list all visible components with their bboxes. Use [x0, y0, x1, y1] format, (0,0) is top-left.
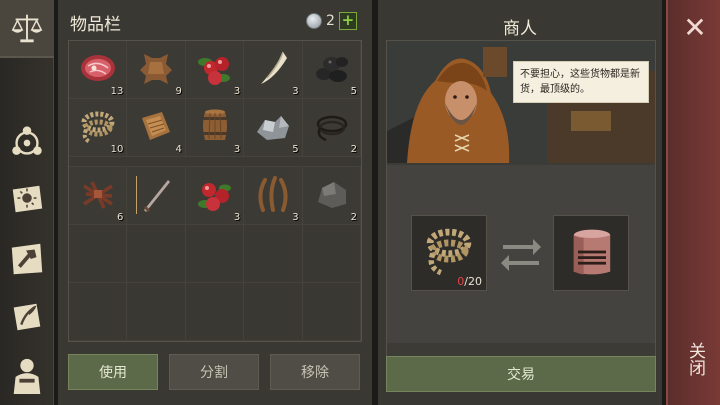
item-quantity: 3 [233, 144, 241, 155]
coin-icon [306, 13, 322, 29]
inventory-slot-empty[interactable] [69, 225, 128, 283]
item-quantity: 10 [110, 144, 124, 155]
inventory-grid: 13 9 3 3 5 10 4 3 5 2 6 3 3 2 [68, 40, 362, 342]
item-quantity: 9 [175, 86, 182, 97]
fang-icon [261, 51, 288, 84]
rope-icon [81, 111, 115, 144]
inventory-slot[interactable]: 3 [244, 167, 303, 225]
inventory-slot[interactable]: 9 [127, 41, 186, 99]
inventory-slot[interactable]: 3 [244, 41, 303, 99]
split-button[interactable]: 分割 [169, 354, 259, 390]
item-quantity: 3 [292, 86, 299, 97]
coin-count: 2 [326, 13, 335, 29]
inventory-slot[interactable]: 3 [185, 99, 245, 157]
inventory-slot-empty[interactable] [185, 283, 245, 341]
bundle-sticks-icon [83, 181, 113, 209]
tab-journal[interactable] [4, 176, 50, 222]
close-icon[interactable]: ✕ [680, 11, 710, 44]
item-quantity: 3 [233, 212, 241, 223]
berries-red-icon [197, 183, 231, 211]
animal-hide-icon [140, 54, 173, 84]
item-quantity: 3 [292, 212, 299, 223]
merchant-panel: 商人 不要担心，这些货物都是新货，最顶级的。 0/20 交易 [378, 0, 662, 405]
add-coins-button[interactable]: + [338, 12, 357, 30]
receive-slot[interactable] [553, 215, 629, 291]
item-quantity: 6 [117, 212, 124, 223]
stone-icon [317, 182, 346, 208]
iron-ore-icon [257, 116, 290, 140]
trade-area: 0/20 [387, 165, 655, 343]
tab-map[interactable] [4, 294, 50, 340]
swap-arrows-icon [501, 239, 541, 271]
inventory-slot[interactable]: 2 [302, 99, 362, 157]
inventory-slot[interactable]: 3 [185, 167, 245, 225]
item-quantity: 4 [175, 144, 182, 155]
coin-counter: 2 + [306, 12, 357, 30]
hammer-icon [11, 243, 43, 275]
tab-crafting[interactable] [4, 120, 50, 166]
sun-book-icon [12, 185, 43, 213]
inventory-panel: 物品栏 2 + 13 9 3 3 5 10 4 3 5 2 6 3 3 2 使用… [58, 0, 372, 405]
inventory-slot[interactable]: 5 [244, 99, 303, 157]
tab-merchant[interactable] [0, 0, 54, 58]
inventory-slot[interactable]: 13 [69, 41, 128, 99]
tab-build[interactable] [4, 236, 50, 282]
inventory-slot[interactable]: 3 [185, 41, 245, 99]
inventory-slot-empty[interactable] [185, 225, 245, 283]
item-quantity: 2 [350, 212, 358, 223]
roots-icon [258, 176, 288, 212]
scroll-quill-icon [13, 303, 41, 331]
merchant-title: 商人 [503, 19, 537, 39]
sidebar [0, 0, 54, 405]
row-separator [69, 157, 361, 167]
cord-icon [316, 115, 347, 142]
item-quantity: 3 [233, 86, 241, 97]
helmet-icon [573, 229, 611, 275]
triangle-nodes-icon [12, 126, 42, 155]
inventory-slot[interactable]: 10 [69, 99, 128, 157]
inventory-slot[interactable]: 4 [127, 99, 186, 157]
barrel-icon [202, 109, 227, 140]
inventory-slot[interactable]: 2 [302, 167, 362, 225]
inventory-slot-empty[interactable] [302, 225, 362, 283]
close-label[interactable]: 关闭 [668, 342, 720, 376]
item-quantity: 2 [350, 144, 358, 155]
item-quantity: 13 [110, 86, 124, 97]
merchant-frame: 不要担心，这些货物都是新货，最顶级的。 0/20 [386, 40, 656, 366]
inventory-slot-empty[interactable] [302, 283, 362, 341]
rope-icon [426, 228, 472, 276]
tab-character[interactable] [4, 352, 50, 398]
inventory-slot-empty[interactable] [244, 283, 303, 341]
coal-icon [315, 57, 348, 82]
item-quantity: 5 [292, 144, 299, 155]
raw-meat-icon [81, 55, 115, 81]
inventory-slot-empty[interactable] [127, 225, 186, 283]
offer-quantity-need: /20 [464, 275, 482, 288]
inventory-title: 物品栏 [70, 15, 121, 35]
inventory-slot[interactable]: 5 [302, 41, 362, 99]
leather-scraps-icon [142, 112, 171, 140]
trade-button[interactable]: 交易 [386, 356, 656, 392]
inventory-slot[interactable] [127, 167, 186, 225]
inventory-slot-empty[interactable] [244, 225, 303, 283]
merchant-speech-bubble: 不要担心，这些货物都是新货，最顶级的。 [513, 61, 649, 103]
character-icon [13, 358, 41, 394]
close-panel[interactable]: ✕ 关闭 [666, 0, 720, 405]
inventory-slot-empty[interactable] [69, 283, 128, 341]
offer-quantity: 0/20 [457, 275, 482, 288]
scales-icon [11, 14, 43, 43]
item-quantity: 5 [350, 86, 358, 97]
remove-button[interactable]: 移除 [270, 354, 360, 390]
berries-icon [197, 57, 230, 85]
use-button[interactable]: 使用 [68, 354, 158, 390]
offer-slot[interactable]: 0/20 [411, 215, 487, 291]
merchant-portrait: 不要担心，这些货物都是新货，最顶级的。 [387, 41, 655, 163]
inventory-slot[interactable]: 6 [69, 167, 128, 225]
inventory-slot-empty[interactable] [127, 283, 186, 341]
sword-icon [136, 176, 171, 214]
